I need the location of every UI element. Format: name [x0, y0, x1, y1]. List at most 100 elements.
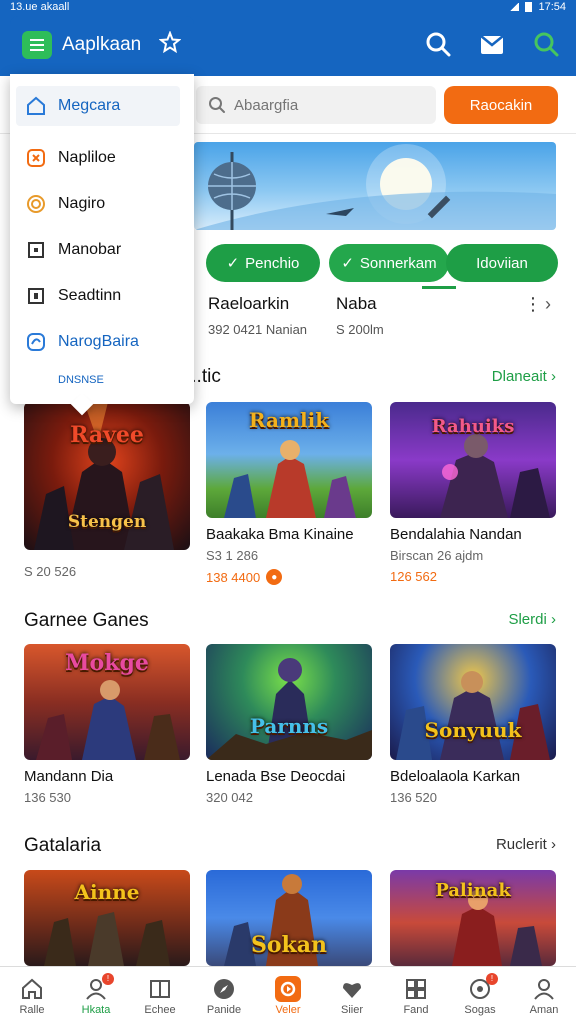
star-icon[interactable]	[158, 30, 182, 59]
drawer-item-seadtinn[interactable]: Seadtinn	[10, 276, 194, 316]
game-title-art: Sokan	[250, 932, 328, 958]
drawer-item-narogbaira[interactable]: NarogBaira	[10, 322, 194, 362]
game-thumbnail: Ainne	[24, 870, 190, 966]
promo-banner[interactable]	[194, 142, 556, 230]
nav-label: Panide	[206, 1003, 242, 1016]
drawer-item-megcara[interactable]: Megcara	[16, 86, 180, 126]
game-card[interactable]: Ravee Stengen S 20 526	[24, 402, 190, 579]
game-meta: Birscan 26 ajdm	[390, 548, 484, 563]
game-name: Bdeloalaola Karkan	[390, 768, 521, 785]
section-link-label: Ruclerit	[495, 836, 547, 853]
status-icons: 17:54	[509, 1, 566, 13]
game-name: Lenada Bse Deocdai	[206, 768, 346, 785]
game-card[interactable]: Sonyuuk Bdeloalaola Karkan 136 520	[390, 644, 556, 805]
section-title-2: Garnee Ganes	[24, 610, 149, 631]
game-price-value: 126 562	[390, 569, 437, 584]
gift-icon[interactable]	[478, 30, 506, 58]
nav-item-siier[interactable]: Siier	[320, 967, 384, 1024]
chip-penchio[interactable]: ✓ Penchio	[206, 244, 320, 282]
signal-icon	[509, 3, 520, 11]
game-thumbnail: Sonyuuk	[390, 644, 556, 760]
game-card[interactable]: Rahuiks Bendalahia Nandan Birscan 26 ajd…	[390, 402, 556, 584]
section-link-label: Slerdi	[508, 611, 547, 628]
game-card[interactable]: Ramlik Baakaka Bma Kinaine S3 1 286 138 …	[206, 402, 372, 585]
drawer-item-napliloe[interactable]: Napliloe	[10, 138, 194, 178]
game-price: 138 4400 ●	[206, 569, 372, 585]
menu-icon[interactable]	[22, 31, 52, 59]
app-screen: 13.ue akaall 17:54 Raocakin	[0, 0, 576, 1024]
home-icon	[19, 976, 45, 1002]
game-controller-icon	[27, 149, 45, 167]
game-card[interactable]: Sokan	[206, 870, 372, 966]
game-art	[396, 671, 550, 760]
search-box[interactable]	[196, 86, 436, 124]
game-name: Bendalahia Nandan	[390, 526, 522, 543]
square-icon	[28, 288, 44, 304]
game-card[interactable]: Mokge Mandann Dia 136 530	[24, 644, 190, 805]
info-left-sub: 392 0421 Nanian	[208, 322, 308, 337]
section-link-3[interactable]: Ruclerit ›	[496, 836, 556, 853]
search-button[interactable]: Raocakin	[444, 86, 558, 124]
game-title-art: Palinak	[435, 880, 511, 901]
game-thumbnail: Sokan	[206, 870, 372, 966]
drawer-item-label: Nagiro	[58, 195, 106, 212]
game-title-art: Rahuiks	[431, 416, 515, 437]
drawer-item-nagiro[interactable]: Nagiro	[10, 184, 194, 224]
target-icon	[27, 195, 45, 213]
check-icon: ✓	[341, 255, 354, 272]
nav-item-panide[interactable]: Panide	[192, 967, 256, 1024]
game-title-art: Sonyuuk	[424, 718, 522, 742]
more-options-icon[interactable]: ⋮	[524, 294, 542, 315]
drawer-item-label: Megcara	[58, 97, 121, 114]
heart-icon	[339, 976, 365, 1002]
chevron-right-icon[interactable]: ›	[545, 294, 551, 315]
user-icon: !	[83, 972, 114, 1002]
chip-sonnerkam[interactable]: ✓ Sonnerkam	[329, 244, 449, 282]
app-title: Aaplkaan	[62, 34, 142, 55]
drawer-item-label: Manobar	[58, 241, 122, 258]
search-green-icon[interactable]	[532, 30, 560, 58]
chip-label: Idoviian	[476, 254, 528, 272]
game-thumbnail: Rahuiks	[390, 402, 556, 518]
chip-indicator	[422, 286, 456, 289]
drawer-item-label: NarogBaira	[58, 333, 139, 350]
game-meta: 136 530	[24, 790, 71, 805]
nav-item-sogas[interactable]: ! Sogas	[448, 967, 512, 1024]
nav-item-veler[interactable]: Veler	[256, 967, 320, 1024]
compass-icon	[211, 976, 237, 1002]
game-meta: S 20 526	[24, 564, 77, 579]
nav-item-fand[interactable]: Fand	[384, 967, 448, 1024]
nav-item-hkata[interactable]: ! Hkata	[64, 967, 128, 1024]
section-link-1[interactable]: Dlaneait ›	[492, 368, 556, 385]
nav-item-aman[interactable]: Aman	[512, 967, 576, 1024]
game-art	[206, 658, 372, 760]
nav-label: Hkata	[81, 1003, 111, 1016]
play-icon	[275, 975, 301, 1002]
nav-label: Echee	[144, 1003, 176, 1016]
search-field-icon	[209, 97, 225, 113]
home-icon	[27, 96, 45, 115]
game-name: Mandann Dia	[24, 768, 114, 785]
status-right: 17:54	[538, 1, 566, 13]
search-icon[interactable]	[424, 30, 452, 58]
nav-item-ralle[interactable]: Ralle	[0, 967, 64, 1024]
game-card[interactable]: Palinak	[390, 870, 556, 966]
drawer-menu: Megcara Napliloe Nagiro Manobar Seadtinn…	[10, 74, 194, 404]
profile-icon	[531, 976, 557, 1002]
game-card[interactable]: Parnns Lenada Bse Deocdai 320 042	[206, 644, 372, 805]
info-left-title: Raeloarkin	[208, 294, 290, 313]
nav-label: Veler	[275, 1003, 301, 1016]
battery-icon	[525, 2, 533, 12]
banner-art	[194, 144, 556, 230]
section-link-2[interactable]: Slerdi ›	[508, 611, 556, 628]
chip-idoviian[interactable]: Idoviian	[446, 244, 558, 282]
game-card[interactable]: Ainne	[24, 870, 190, 966]
drawer-item-manobar[interactable]: Manobar	[10, 230, 194, 270]
game-title-art: Parnns	[249, 714, 329, 738]
game-price-value: 138 4400	[206, 569, 261, 585]
game-thumbnail: Palinak	[390, 870, 556, 966]
nav-item-echee[interactable]: Echee	[128, 967, 192, 1024]
notification-badge: !	[102, 972, 114, 985]
search-input[interactable]	[234, 96, 424, 114]
game-thumbnail: Parnns	[206, 644, 372, 760]
